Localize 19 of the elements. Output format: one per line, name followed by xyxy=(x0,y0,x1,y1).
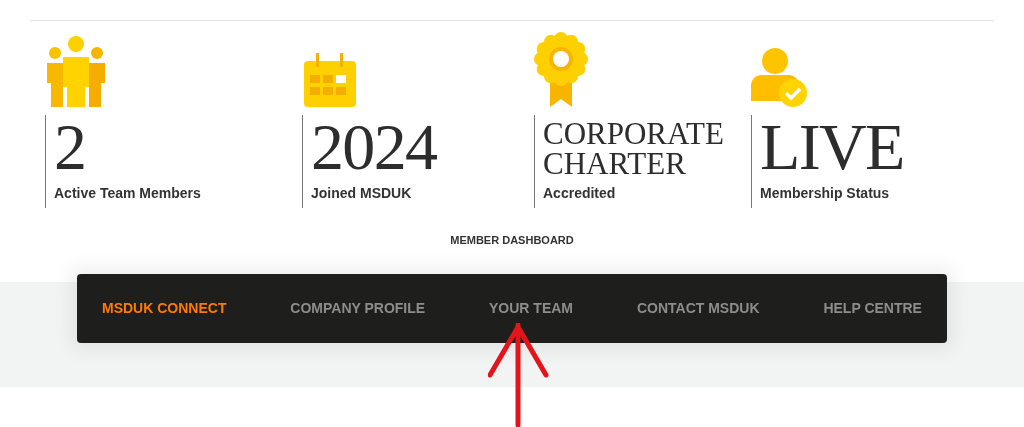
stat-value: 2024 xyxy=(311,115,438,179)
stat-label: Accredited xyxy=(543,184,617,203)
nav-link[interactable]: MSDUK CONNECT xyxy=(102,297,227,319)
stat-label: Joined MSDUK xyxy=(311,184,413,203)
nav-link[interactable]: COMPANY PROFILE xyxy=(290,297,426,319)
stat-label: Active Team Members xyxy=(54,184,202,203)
stat-value: CORPORATE xyxy=(543,119,725,149)
nav-link[interactable]: YOUR TEAM xyxy=(489,297,574,319)
nav-link[interactable]: CONTACT MSDUK xyxy=(636,297,760,319)
rosette-icon xyxy=(534,32,588,107)
stat-value: 2 xyxy=(54,115,87,179)
stat-value: CHARTER xyxy=(543,149,687,179)
stat-value: LIVE xyxy=(760,115,905,179)
calendar-icon xyxy=(302,53,356,107)
team-icon xyxy=(45,35,107,107)
user-check-icon xyxy=(751,47,807,107)
nav-link[interactable]: HELP CENTRE xyxy=(823,297,922,319)
stat-label: Membership Status xyxy=(760,184,891,203)
section-title: MEMBER DASHBOARD xyxy=(449,233,575,248)
